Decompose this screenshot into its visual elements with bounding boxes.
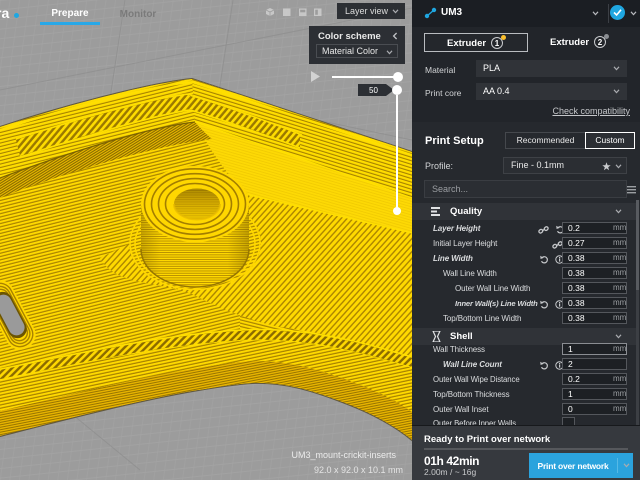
svg-text:50: 50: [369, 86, 378, 95]
